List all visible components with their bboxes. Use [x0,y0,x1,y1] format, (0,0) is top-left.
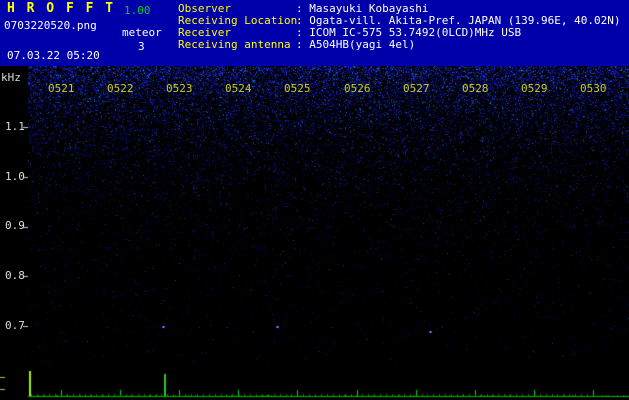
x-tick-0526: 0526 [344,83,371,94]
observer-label: Observer [178,3,231,14]
x-tick-0525: 0525 [284,83,311,94]
observer-value: : Masayuki Kobayashi [296,3,428,14]
x-tick-0528: 0528 [462,83,489,94]
x-tick-0523: 0523 [166,83,193,94]
mode-label: meteor [122,27,162,38]
hrofft-output-image: H R O F F T 1.00 0703220520.png meteor 3… [0,0,629,400]
receiving-location-label: Receiving Location [178,15,297,26]
x-tick-0527: 0527 [403,83,430,94]
y-tick-1.0: 1.0 [5,171,25,182]
receiving-antenna-value: : A504HB(yagi 4el) [296,39,415,50]
y-tick-0.9: 0.9 [5,220,25,231]
receiver-label: Receiver [178,27,231,38]
y-tick-0.7: 0.7 [5,320,25,331]
y-tick-1.1: 1.1 [5,121,25,132]
output-filename: 0703220520.png [4,20,97,31]
y-axis-unit-label: kHz [1,72,21,83]
x-tick-0529: 0529 [521,83,548,94]
x-tick-0522: 0522 [107,83,134,94]
receiving-location-value: : Ogata-vill. Akita-Pref. JAPAN (139.96E… [296,15,621,26]
x-tick-0530: 0530 [580,83,607,94]
app-title: H R O F F T [7,3,115,14]
meteor-count: 3 [138,41,145,52]
receiver-value: : ICOM IC-575 53.7492(0LCD)MHz USB [296,27,521,38]
y-tick-0.8: 0.8 [5,270,25,281]
x-tick-0524: 0524 [225,83,252,94]
observation-datetime: 07.03.22 05:20 [7,50,100,61]
receiving-antenna-label: Receiving antenna [178,39,291,50]
x-tick-0521: 0521 [48,83,75,94]
app-version: 1.00 [124,5,151,16]
header-panel: H R O F F T 1.00 0703220520.png meteor 3… [0,0,629,66]
